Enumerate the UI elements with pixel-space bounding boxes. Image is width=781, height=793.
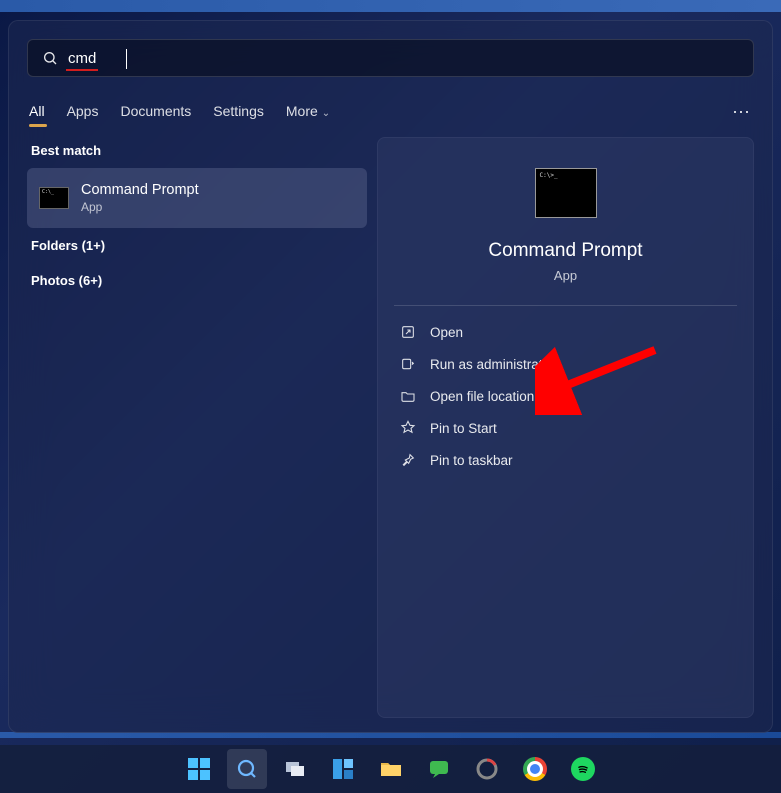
- app-button-2[interactable]: [467, 749, 507, 789]
- action-open-file-location[interactable]: Open file location: [394, 380, 737, 412]
- tab-documents[interactable]: Documents: [120, 93, 191, 131]
- text-cursor: [126, 49, 127, 69]
- spotify-button[interactable]: [563, 749, 603, 789]
- chat-icon: [427, 757, 451, 781]
- search-icon: [42, 50, 58, 66]
- widgets-icon: [331, 757, 355, 781]
- open-icon: [400, 324, 416, 340]
- shield-admin-icon: [400, 356, 416, 372]
- task-view-icon: [283, 757, 307, 781]
- widgets-button[interactable]: [323, 749, 363, 789]
- chrome-icon: [523, 757, 547, 781]
- action-label: Pin to taskbar: [430, 453, 513, 468]
- result-title: Command Prompt: [81, 182, 199, 198]
- tab-settings[interactable]: Settings: [213, 93, 264, 131]
- windows-logo-icon: [188, 758, 210, 780]
- chrome-button[interactable]: [515, 749, 555, 789]
- search-box[interactable]: [27, 39, 754, 77]
- action-label: Run as administrator: [430, 357, 555, 372]
- tab-all[interactable]: All: [29, 93, 45, 131]
- best-match-heading: Best match: [27, 137, 367, 168]
- tab-more[interactable]: More ⌄: [286, 93, 330, 131]
- results-column: Best match Command Prompt App Folders (1…: [27, 137, 367, 732]
- action-label: Pin to Start: [430, 421, 497, 436]
- search-taskbar-button[interactable]: [227, 749, 267, 789]
- search-icon: [235, 757, 259, 781]
- detail-subtitle: App: [394, 268, 737, 283]
- divider: [394, 305, 737, 306]
- file-explorer-button[interactable]: [371, 749, 411, 789]
- folder-icon: [379, 757, 403, 781]
- action-pin-to-start[interactable]: Pin to Start: [394, 412, 737, 444]
- command-prompt-icon: [39, 187, 69, 209]
- taskbar: [0, 745, 781, 793]
- photos-category[interactable]: Photos (6+): [27, 263, 367, 298]
- detail-title: Command Prompt: [394, 240, 737, 262]
- action-label: Open: [430, 325, 463, 340]
- start-search-panel: All Apps Documents Settings More ⌄ ⋯ Best…: [8, 20, 773, 733]
- start-button[interactable]: [179, 749, 219, 789]
- circle-app-icon: [475, 757, 499, 781]
- spellcheck-underline: [66, 69, 98, 71]
- best-match-result[interactable]: Command Prompt App: [27, 168, 367, 228]
- folder-icon: [400, 388, 416, 404]
- pin-icon: [400, 420, 416, 436]
- chevron-down-icon: ⌄: [322, 108, 330, 119]
- command-prompt-icon: [535, 168, 597, 218]
- detail-panel: Command Prompt App Open Run as administr…: [377, 137, 754, 718]
- filter-tabs: All Apps Documents Settings More ⌄ ⋯: [27, 93, 754, 131]
- action-pin-to-taskbar[interactable]: Pin to taskbar: [394, 444, 737, 476]
- action-open[interactable]: Open: [394, 316, 737, 348]
- search-input[interactable]: [68, 50, 739, 67]
- tab-apps[interactable]: Apps: [67, 93, 99, 131]
- pin-icon: [400, 452, 416, 468]
- task-view-button[interactable]: [275, 749, 315, 789]
- action-label: Open file location: [430, 389, 534, 404]
- app-button-1[interactable]: [419, 749, 459, 789]
- tab-more-label: More: [286, 103, 318, 119]
- folders-category[interactable]: Folders (1+): [27, 228, 367, 263]
- more-options-button[interactable]: ⋯: [732, 102, 752, 123]
- result-subtitle: App: [81, 200, 199, 214]
- spotify-icon: [571, 757, 595, 781]
- action-run-as-administrator[interactable]: Run as administrator: [394, 348, 737, 380]
